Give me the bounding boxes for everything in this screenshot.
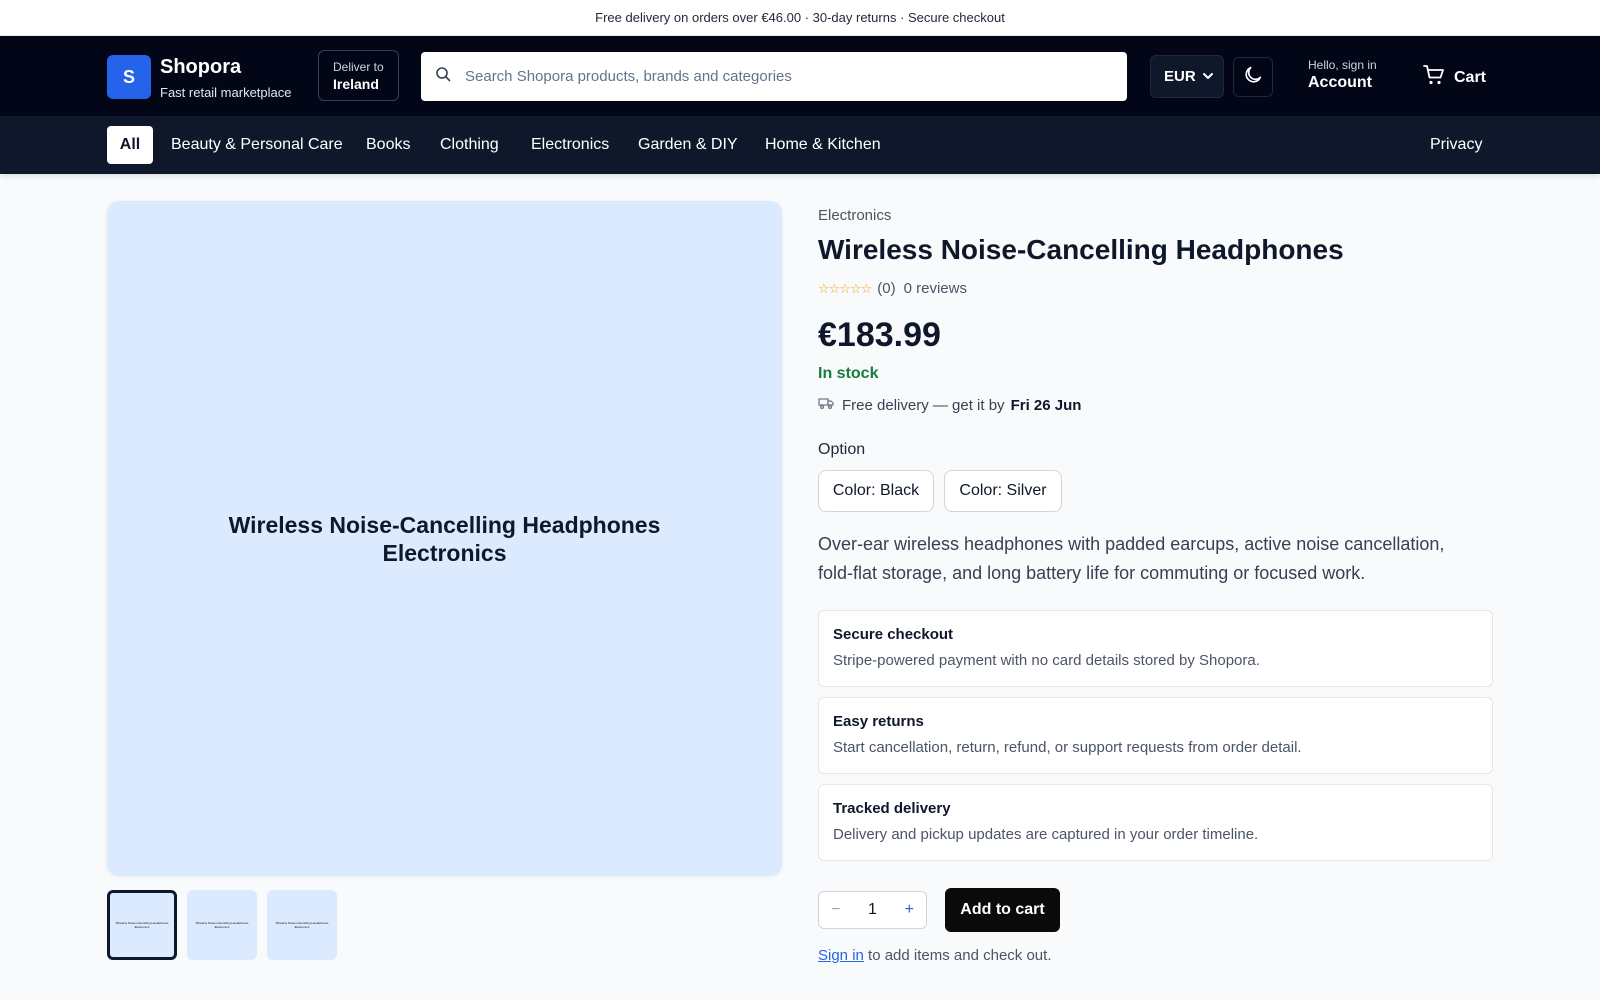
product-thumbnail[interactable]: Wireless Noise-Cancelling Headphones Ele… [107,890,177,960]
cart-button[interactable]: Cart [1422,63,1486,92]
account-menu[interactable]: Hello, sign in Account [1308,58,1377,92]
category-nav: All Beauty & Personal Care Books Clothin… [0,116,1600,174]
feature-title: Tracked delivery [833,800,951,817]
nav-item-books[interactable]: Books [366,116,410,174]
theme-toggle-button[interactable] [1233,57,1273,97]
feature-title: Easy returns [833,713,924,730]
product-main-image[interactable]: Wireless Noise-Cancelling Headphones Ele… [107,201,782,876]
delivery-estimate: Free delivery — get it by Fri 26 Jun [818,396,1081,414]
option-label: Option [818,441,866,458]
rating-count: (0) [877,280,896,297]
currency-value: EUR [1164,68,1196,85]
chevron-down-icon [1202,68,1214,84]
search-icon [435,66,451,87]
thumbnail-subtitle: Electronics [214,925,230,929]
delivery-date: Fri 26 Jun [1010,396,1082,414]
page-title: Wireless Noise-Cancelling Headphones [818,234,1344,265]
nav-item-privacy[interactable]: Privacy [1430,116,1482,174]
deliver-to-country: Ireland [333,76,379,92]
brand-tagline: Fast retail marketplace [160,85,292,100]
account-greeting: Hello, sign in [1308,58,1377,72]
stock-status: In stock [818,365,879,382]
product-price: €183.99 [818,316,941,354]
promo-text: Free delivery on orders over €46.00 · 30… [595,10,1005,25]
option-color-silver[interactable]: Color: Silver [944,470,1062,512]
signin-link[interactable]: Sign in [818,947,864,964]
brand-name[interactable]: Shopora [160,56,241,79]
product-description: Over-ear wireless headphones with padded… [818,534,1445,583]
deliver-to-label: Deliver to [333,60,384,74]
nav-item-all[interactable]: All [107,126,153,164]
feature-card-tracked-delivery: Tracked delivery Delivery and pickup upd… [818,784,1493,861]
deliver-to-button[interactable]: Deliver to Ireland [318,50,399,101]
signin-prompt: Sign in to add items and check out. [818,947,1052,964]
search-bar[interactable] [421,52,1127,101]
thumbnail-subtitle: Electronics [134,925,150,929]
option-color-black[interactable]: Color: Black [818,470,934,512]
search-input[interactable] [465,68,1085,85]
nav-item-clothing[interactable]: Clothing [440,116,499,174]
moon-icon [1242,64,1264,91]
quantity-increase-button[interactable]: + [905,901,914,919]
rating-summary: ☆☆☆☆☆ (0) 0 reviews [818,280,967,297]
feature-description: Delivery and pickup updates are captured… [833,826,1259,843]
delivery-text: Free delivery — get it by [842,396,1005,414]
reviews-link[interactable]: 0 reviews [904,280,967,297]
add-to-cart-button[interactable]: Add to cart [945,888,1060,932]
cart-label: Cart [1454,68,1487,86]
quantity-stepper: − 1 + [818,891,927,929]
main-image-title: Wireless Noise-Cancelling Headphones [228,511,661,538]
thumbnail-subtitle: Electronics [294,925,310,929]
product-thumbnail[interactable]: Wireless Noise-Cancelling Headphones Ele… [187,890,257,960]
nav-item-beauty[interactable]: Beauty & Personal Care [171,116,343,174]
logo[interactable]: S [107,55,151,99]
nav-item-garden[interactable]: Garden & DIY [638,116,738,174]
currency-select[interactable]: EUR [1150,55,1224,98]
truck-icon [818,396,842,414]
main-image-subtitle: Electronics [382,539,507,566]
feature-description: Start cancellation, return, refund, or s… [833,739,1302,756]
quantity-value[interactable]: 1 [868,901,877,919]
site-header: S Shopora Fast retail marketplace Delive… [0,36,1600,116]
promo-banner: Free delivery on orders over €46.00 · 30… [0,0,1600,36]
account-label: Account [1308,74,1372,91]
cart-icon [1422,63,1454,92]
feature-description: Stripe-powered payment with no card deta… [833,652,1260,669]
star-rating-icon: ☆☆☆☆☆ [818,280,872,296]
nav-item-home-kitchen[interactable]: Home & Kitchen [765,116,881,174]
product-thumbnail[interactable]: Wireless Noise-Cancelling Headphones Ele… [267,890,337,960]
feature-card-easy-returns: Easy returns Start cancellation, return,… [818,697,1493,774]
feature-title: Secure checkout [833,626,954,643]
breadcrumb[interactable]: Electronics [818,207,891,224]
quantity-decrease-button[interactable]: − [831,901,840,919]
nav-item-electronics[interactable]: Electronics [531,116,609,174]
feature-card-secure-checkout: Secure checkout Stripe-powered payment w… [818,610,1493,687]
signin-suffix: to add items and check out. [863,947,1052,964]
